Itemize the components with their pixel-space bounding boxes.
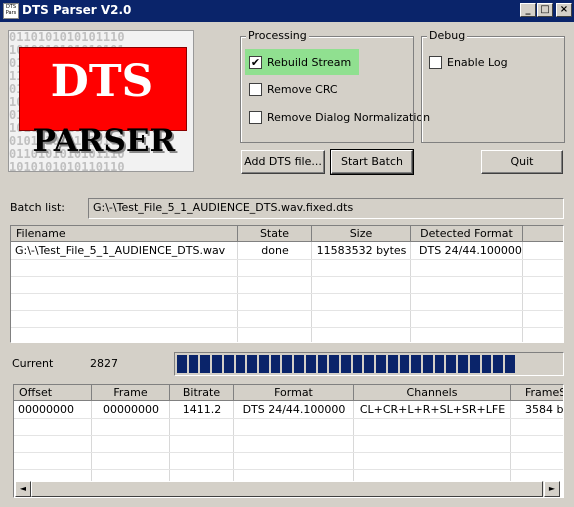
progress-segment xyxy=(305,355,316,373)
checkbox-unchecked-icon xyxy=(249,82,262,96)
grid-line xyxy=(14,469,563,470)
batch-list-field[interactable]: G:\-\Test_File_5_1_AUDIENCE_DTS.wav.fixe… xyxy=(88,198,564,219)
column-header-filename[interactable]: Filename xyxy=(11,226,238,242)
cell-offset: 00000000 xyxy=(18,403,74,416)
grid-line xyxy=(11,293,563,294)
progress-segment xyxy=(352,355,363,373)
progress-segment xyxy=(247,355,257,373)
progress-segment xyxy=(399,355,410,373)
cell-format: DTS 24/44.100000 xyxy=(242,403,346,416)
enable-log-label: Enable Log xyxy=(447,55,508,69)
cell-state: done xyxy=(261,244,289,257)
column-header-offset[interactable]: Offset xyxy=(14,385,92,401)
rebuild-stream-label: Rebuild Stream xyxy=(267,55,352,69)
quit-button[interactable]: Quit xyxy=(481,150,563,174)
column-header-frame[interactable]: Frame xyxy=(92,385,170,401)
title-bar[interactable]: DTS Pars DTS Parser V2.0 _ □ × xyxy=(0,0,574,22)
progress-segment xyxy=(294,355,304,373)
column-header-detected-format[interactable]: Detected Format xyxy=(411,226,523,242)
progress-segment xyxy=(434,355,445,373)
checkbox-checked-icon: ✔ xyxy=(249,55,262,69)
column-header-framesize[interactable]: FrameS xyxy=(511,385,563,401)
scroll-thumb[interactable] xyxy=(31,481,543,497)
column-header-bitrate[interactable]: Bitrate xyxy=(170,385,234,401)
dts-parser-logo: 0110101010101110 1010010101010101 010101… xyxy=(8,30,194,172)
remove-dialog-normalization-checkbox[interactable]: Remove Dialog Normalization xyxy=(249,107,430,127)
grid-line xyxy=(11,310,563,311)
progress-segment xyxy=(422,355,433,373)
column-header-size[interactable]: Size xyxy=(312,226,411,242)
progress-segment xyxy=(200,355,211,373)
grid-line xyxy=(11,276,563,277)
remove-crc-checkbox[interactable]: Remove CRC xyxy=(249,79,338,99)
minimize-button[interactable]: _ xyxy=(520,3,536,17)
grid-line xyxy=(11,327,563,328)
remove-dialog-normalization-label: Remove Dialog Normalization xyxy=(267,110,431,124)
cell-channels: CL+CR+L+R+SL+SR+LFE xyxy=(359,403,506,416)
processing-legend: Processing xyxy=(246,29,309,42)
horizontal-scrollbar[interactable]: ◄ ► xyxy=(15,481,560,497)
progress-segment xyxy=(387,355,398,373)
scroll-right-icon[interactable]: ► xyxy=(544,481,560,497)
progress-bar xyxy=(174,352,564,376)
logo-dts-text: DTS xyxy=(50,56,154,107)
progress-segment xyxy=(340,355,351,373)
progress-segment xyxy=(282,355,293,373)
progress-segment xyxy=(223,355,234,373)
progress-segment xyxy=(446,355,457,373)
cell-detected-format: DTS 24/44.100000 xyxy=(419,244,522,257)
progress-segment xyxy=(177,355,187,373)
progress-segment xyxy=(411,355,421,373)
progress-segment xyxy=(329,355,339,373)
column-header-channels[interactable]: Channels xyxy=(354,385,511,401)
current-value: 2827 xyxy=(90,357,118,370)
progress-segment xyxy=(317,355,328,373)
progress-segment xyxy=(469,355,480,373)
cell-bitrate: 1411.2 xyxy=(182,403,222,416)
checkbox-unchecked-icon xyxy=(249,110,262,124)
add-dts-file-button[interactable]: Add DTS file... xyxy=(241,150,325,174)
checkbox-unchecked-icon xyxy=(429,55,442,69)
batch-list-label: Batch list: xyxy=(10,201,65,214)
progress-segment xyxy=(364,355,375,373)
grid-line xyxy=(14,452,563,453)
progress-segment xyxy=(258,355,269,373)
window-title: DTS Parser V2.0 xyxy=(22,3,132,17)
grid-line xyxy=(14,435,563,436)
debug-legend: Debug xyxy=(427,29,468,42)
progress-segment xyxy=(458,355,468,373)
app-icon: DTS Pars xyxy=(3,3,19,19)
progress-segment xyxy=(504,355,515,373)
progress-segment xyxy=(235,355,246,373)
progress-segment xyxy=(270,355,281,373)
enable-log-checkbox[interactable]: Enable Log xyxy=(429,52,508,72)
progress-segment xyxy=(481,355,492,373)
cell-filename: G:\-\Test_File_5_1_AUDIENCE_DTS.wav xyxy=(15,244,226,257)
maximize-button[interactable]: □ xyxy=(537,3,553,17)
cell-frame: 00000000 xyxy=(103,403,159,416)
progress-segment xyxy=(188,355,199,373)
progress-segment xyxy=(212,355,222,373)
batch-table[interactable]: Filename State Size Detected Format G:\-… xyxy=(10,225,564,343)
cell-size: 11583532 bytes xyxy=(316,244,407,257)
close-button[interactable]: × xyxy=(556,3,572,17)
progress-segment xyxy=(493,355,503,373)
column-header-empty xyxy=(523,226,563,242)
column-header-format[interactable]: Format xyxy=(234,385,354,401)
rebuild-stream-checkbox[interactable]: ✔ Rebuild Stream xyxy=(249,52,351,72)
column-header-state[interactable]: State xyxy=(238,226,312,242)
progress-segment xyxy=(376,355,386,373)
logo-parser-text: PARSER xyxy=(32,123,176,159)
start-batch-button[interactable]: Start Batch xyxy=(330,149,414,175)
cell-framesize: 3584 by xyxy=(525,403,564,416)
current-label: Current xyxy=(12,357,54,370)
remove-crc-label: Remove CRC xyxy=(267,82,338,96)
scroll-left-icon[interactable]: ◄ xyxy=(15,481,31,497)
